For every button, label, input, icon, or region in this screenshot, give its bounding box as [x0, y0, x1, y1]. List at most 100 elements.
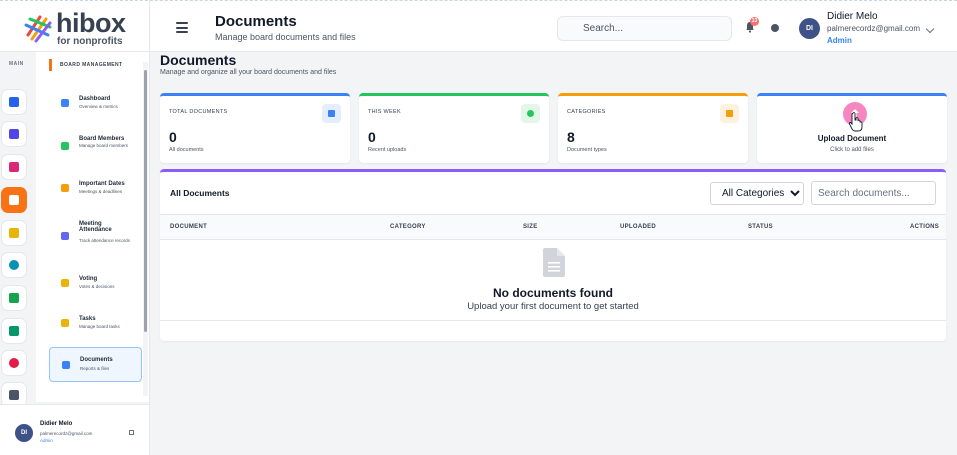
- sidebar-item-documents[interactable]: Documents Reports & files: [49, 347, 142, 382]
- footer-user-name: Didier Melo: [40, 421, 73, 427]
- sidebar-item-label: Tasks: [79, 316, 96, 322]
- stat-description: All documents: [169, 147, 204, 153]
- global-search-input[interactable]: [557, 16, 732, 41]
- documents-table-panel: All Documents All Categories DOCUMENT CA…: [160, 169, 946, 341]
- table-divider: [160, 320, 946, 321]
- sidebar-item-board-members[interactable]: Board Members Manage board members: [49, 133, 142, 159]
- theme-toggle-icon[interactable]: [771, 24, 779, 32]
- page-title: Documents: [160, 52, 237, 68]
- footer-avatar[interactable]: DI: [15, 424, 33, 442]
- stat-description: Document types: [567, 147, 607, 153]
- logo-mark-icon: [24, 15, 52, 43]
- header-subtitle: Manage board documents and files: [215, 32, 356, 42]
- table-header: DOCUMENT CATEGORY SIZE UPLOADED STATUS A…: [160, 214, 946, 240]
- stat-label: THIS WEEK: [368, 109, 401, 115]
- sidebar-item-description: Manage board tasks: [79, 324, 120, 329]
- chevron-down-icon[interactable]: [925, 24, 935, 34]
- sidebar-item-description: Overview & metrics: [79, 104, 118, 109]
- graduation-cap-icon: [9, 228, 19, 238]
- sidebar-item-label: Documents: [80, 357, 113, 363]
- empty-state-title: No documents found: [493, 286, 613, 300]
- column-header-size[interactable]: SIZE: [523, 224, 538, 230]
- org-chart-icon: [9, 129, 19, 139]
- sidebar-item-description: Meetings & deadlines: [79, 189, 123, 194]
- sidebar-item-description: Track attendance records: [79, 238, 130, 243]
- rail-pie-chart-button[interactable]: [1, 350, 27, 376]
- top-bar: hibox for nonprofits Documents Manage bo…: [0, 0, 957, 52]
- stat-value: 0: [169, 129, 177, 145]
- sidebar-item-meeting-attendance[interactable]: Meeting Attendance Track attendance recor…: [49, 218, 142, 254]
- sidebar-item-label: Meeting Attendance: [79, 221, 112, 233]
- icon-rail: [0, 52, 36, 408]
- stat-description: Recent uploads: [368, 147, 407, 153]
- sidebar-item-dashboard[interactable]: Dashboard Overview & metrics: [49, 93, 142, 113]
- stat-value: 0: [368, 129, 376, 145]
- rail-documents-button[interactable]: [1, 187, 27, 213]
- document-icon: [62, 361, 70, 369]
- menu-toggle-icon[interactable]: [176, 22, 188, 33]
- sidebar-item-label: Voting: [79, 276, 98, 282]
- sidebar-item-label: Board Members: [79, 136, 125, 142]
- sidebar-item-description: Votes & decisions: [79, 284, 115, 289]
- column-header-uploaded[interactable]: UPLOADED: [620, 224, 656, 230]
- globe-icon: [9, 260, 19, 270]
- clock-icon: [521, 104, 540, 123]
- logo-tagline: for nonprofits: [57, 36, 123, 47]
- voting-icon: [61, 279, 69, 287]
- sidebar-divider: [149, 0, 150, 455]
- rail-graduation-cap-button[interactable]: [1, 220, 27, 246]
- rail-org-chart-button[interactable]: [1, 121, 27, 147]
- tasks-icon: [61, 319, 69, 327]
- stat-card-categories: CATEGORIES 8 Document types: [558, 93, 748, 163]
- section-label-board-management: BOARD MANAGEMENT: [49, 59, 123, 71]
- rail-network-button[interactable]: [1, 285, 27, 311]
- footer-user-email: palmerecordz@gmail.com: [40, 431, 93, 436]
- handshake-icon: [9, 162, 19, 172]
- column-header-actions[interactable]: ACTIONS: [910, 224, 939, 230]
- stat-card-total-documents: TOTAL DOCUMENTS 0 All documents: [160, 93, 350, 163]
- stat-label: CATEGORIES: [567, 109, 606, 115]
- notification-badge: 13: [750, 17, 759, 26]
- document-search-input[interactable]: [811, 181, 936, 205]
- page-subtitle: Manage and organize all your board docum…: [160, 69, 337, 76]
- scrollbar-thumb[interactable]: [144, 70, 147, 332]
- sidebar-item-voting[interactable]: Voting Votes & decisions: [49, 273, 142, 293]
- people-icon: [9, 326, 19, 336]
- sidebar-scrollbar[interactable]: [143, 62, 148, 396]
- sidebar-item-important-dates[interactable]: Important Dates Meetings & deadlines: [49, 178, 142, 198]
- hibox-logo[interactable]: hibox for nonprofits: [24, 8, 134, 47]
- empty-state-subtitle: Upload your first document to get starte…: [467, 301, 639, 312]
- rail-people-button[interactable]: [1, 318, 27, 344]
- network-icon: [9, 293, 19, 303]
- sidebar-item-description: Manage board members: [79, 143, 129, 148]
- logo-wordmark: hibox: [56, 8, 126, 38]
- pie-chart-icon: [9, 358, 19, 368]
- upload-title: Upload Document: [817, 134, 887, 143]
- user-email: palmerecordz@gmail.com: [827, 24, 921, 33]
- attendance-icon: [61, 232, 69, 240]
- rail-globe-button[interactable]: [1, 252, 27, 278]
- stat-value: 8: [567, 129, 575, 145]
- stat-card-this-week: THIS WEEK 0 Recent uploads: [359, 93, 549, 163]
- footer-user-role: Admin: [40, 438, 53, 443]
- documents-icon: [9, 195, 19, 205]
- sidebar-item-tasks[interactable]: Tasks Manage board tasks: [49, 313, 142, 333]
- user-role: Admin: [827, 36, 852, 45]
- upload-subtitle: Click to add files: [830, 147, 874, 153]
- table-title: All Documents: [170, 188, 230, 198]
- external-link-icon[interactable]: [129, 430, 134, 435]
- rail-home-button[interactable]: [1, 89, 27, 115]
- avatar[interactable]: DI: [799, 18, 820, 39]
- empty-document-icon: [543, 248, 565, 277]
- sidebar-item-description: Reports & files: [80, 366, 110, 371]
- dashboard-icon: [61, 99, 69, 107]
- rail-handshake-button[interactable]: [1, 154, 27, 180]
- user-name: Didier Melo: [827, 11, 878, 22]
- stat-label: TOTAL DOCUMENTS: [169, 109, 228, 115]
- settings-icon: [9, 390, 19, 400]
- column-header-status[interactable]: STATUS: [748, 224, 773, 230]
- column-header-category[interactable]: CATEGORY: [390, 224, 426, 230]
- document-icon: [322, 104, 341, 123]
- category-filter-select[interactable]: All Categories: [710, 182, 804, 205]
- column-header-document[interactable]: DOCUMENT: [170, 224, 207, 230]
